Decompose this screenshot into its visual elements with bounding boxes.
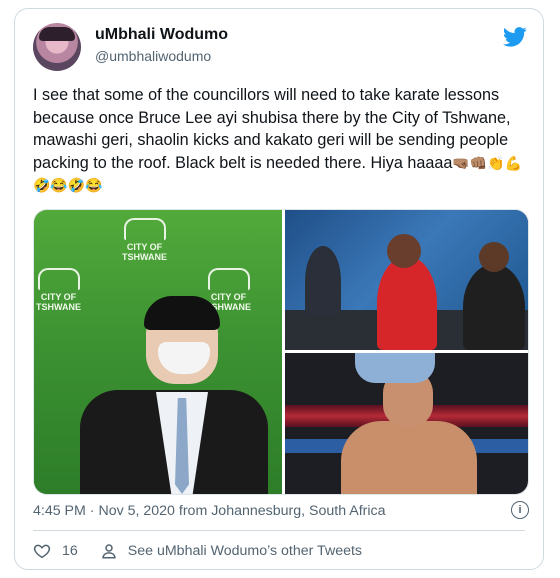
logo-left-line-1: CITY OF	[40, 292, 77, 302]
other-tweets-label: See uMbhali Wodumo’s other Tweets	[127, 543, 363, 559]
heart-icon	[33, 544, 51, 559]
person-icon	[102, 544, 116, 559]
logo-line-2: TSHWANE	[122, 252, 167, 262]
other-tweets-link[interactable]: See uMbhali Wodumo’s other Tweets	[100, 542, 362, 560]
media-grid[interactable]: CITY OF TSHWANE CITY OF TSHWANE CITY OF …	[33, 209, 529, 495]
person-red-jacket	[377, 256, 437, 350]
like-count: 16	[62, 543, 78, 559]
city-logo-top: CITY OF TSHWANE	[122, 218, 167, 262]
tweet-card: uMbhali Wodumo @umbhaliwodumo I see that…	[14, 8, 544, 570]
info-icon[interactable]: i	[511, 501, 529, 519]
author-handle[interactable]: @umbhaliwodumo	[95, 48, 211, 64]
logo-left-line-2: TSHWANE	[36, 302, 81, 312]
person-black-cap	[463, 264, 525, 350]
city-hall-icon	[207, 268, 250, 290]
photo-councillor[interactable]: CITY OF TSHWANE CITY OF TSHWANE CITY OF …	[34, 210, 282, 494]
city-hall-icon	[37, 268, 80, 290]
action-bar: 16 See uMbhali Wodumo’s other Tweets	[33, 540, 362, 562]
photo-tv-studio[interactable]	[285, 210, 528, 350]
avatar[interactable]	[33, 23, 81, 71]
twitter-bird-icon[interactable]	[503, 27, 527, 47]
person-head	[479, 242, 509, 272]
divider	[33, 530, 525, 531]
tweet-body: I see that some of the councillors will …	[33, 86, 511, 172]
timestamp[interactable]: 4:45 PM · Nov 5, 2020 from Johannesburg,…	[33, 503, 386, 519]
photo-boxer[interactable]	[285, 353, 528, 494]
man-in-suit	[76, 296, 268, 494]
like-button[interactable]: 16	[33, 542, 78, 560]
tweet-text: I see that some of the councillors will …	[33, 84, 533, 197]
city-hall-icon	[123, 218, 166, 240]
person-anchor	[305, 246, 341, 316]
person-head	[387, 234, 421, 268]
author-name[interactable]: uMbhali Wodumo	[95, 26, 228, 44]
logo-line-1: CITY OF	[126, 242, 163, 252]
referee	[355, 353, 435, 383]
city-logo-left: CITY OF TSHWANE	[36, 268, 81, 312]
